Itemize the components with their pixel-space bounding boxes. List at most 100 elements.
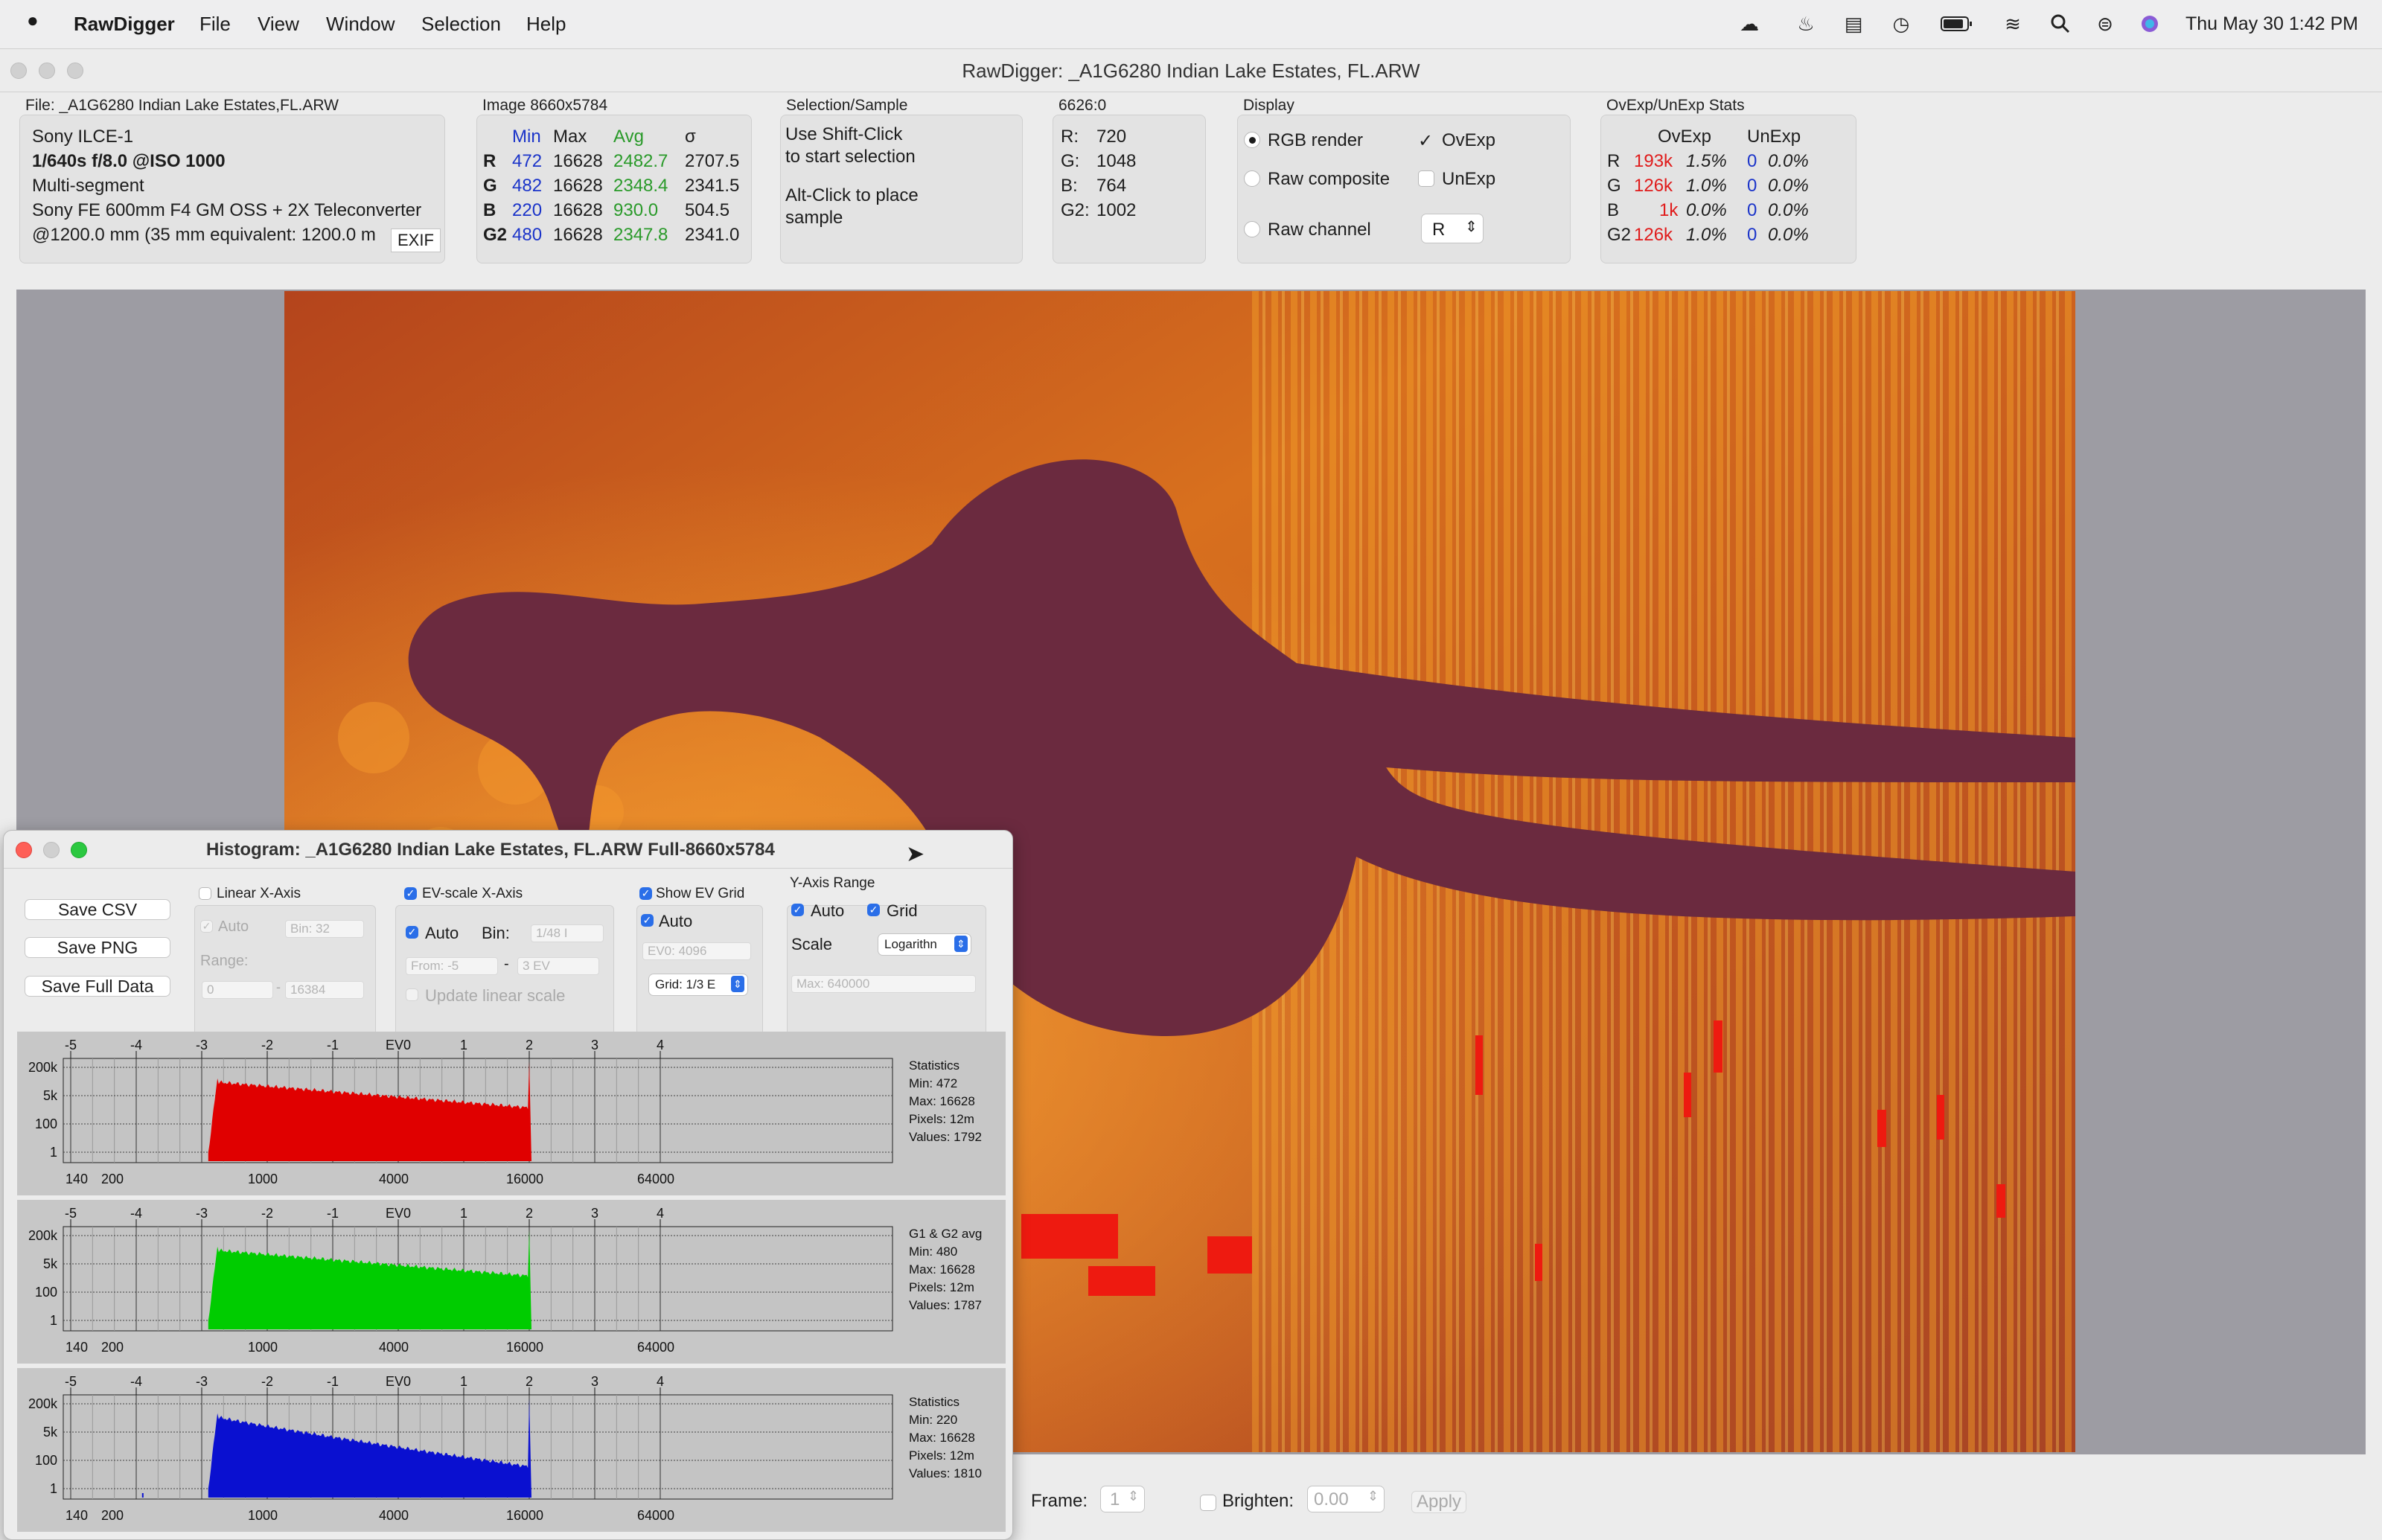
ev-to-field[interactable]: 3 EV [517,957,599,975]
save-png-button[interactable]: Save PNG [25,937,170,958]
raw-channel-label[interactable]: Raw channel [1268,220,1371,240]
search-icon[interactable] [2049,12,2072,36]
y-auto-checkbox[interactable]: ✓ [791,904,804,916]
selection-hint: Use Shift-Click [785,124,903,144]
time-machine-icon[interactable]: ◷ [1889,12,1913,36]
apple-icon[interactable]: ● [27,9,39,32]
row-avg: 930.0 [613,200,659,220]
creative-cloud-icon[interactable]: ☁ [1737,12,1761,36]
ev-tick-label: -2 [261,1206,273,1221]
ev-scale-checkbox[interactable]: ✓ [404,887,417,900]
menu-selection[interactable]: Selection [421,13,501,36]
ev-tick-label: 1 [460,1374,467,1389]
linear-x-label[interactable]: Linear X-Axis [217,886,301,902]
linear-x-checkbox[interactable] [199,887,211,900]
frame-stepper[interactable]: 1 ⇕ [1100,1486,1145,1512]
ev-bin-select[interactable]: 1/48 I [531,924,604,942]
row-channel: G [483,176,497,196]
ovexp-percent: 1.0% [1686,176,1727,196]
apply-button[interactable]: Apply [1411,1491,1467,1513]
menu-file[interactable]: File [199,13,231,36]
ovexp-stats-panel: OvExp UnExp R 193k 1.5% 0 0.0% G 126k 1.… [1600,115,1856,263]
ev-tick-label: -3 [196,1374,208,1389]
ovexp-label[interactable]: OvExp [1442,130,1495,151]
show-ev-grid-label[interactable]: Show EV Grid [656,886,744,902]
x-tick-label: 16000 [506,1508,543,1523]
metering-mode: Multi-segment [32,176,144,196]
rgb-render-label[interactable]: RGB render [1268,130,1363,151]
stat-line: Pixels: 12m [909,1448,974,1463]
ev-scale-label[interactable]: EV-scale X-Axis [422,886,523,902]
unexp-label[interactable]: UnExp [1442,169,1495,190]
ev-from-field[interactable]: From: -5 [406,957,498,975]
y-tick-label: 200k [28,1228,58,1243]
y-tick-label: 5k [43,1088,58,1103]
save-csv-button[interactable]: Save CSV [25,899,170,920]
ev-tick-label: -5 [65,1038,77,1052]
y-tick-label: 100 [35,1285,57,1300]
chevron-updown-icon: ⇕ [1465,219,1478,235]
ev0-field[interactable]: EV0: 4096 [642,942,751,960]
siri-icon[interactable] [2138,12,2162,36]
x-tick-label: 4000 [379,1340,409,1355]
sample-hint: sample [785,208,843,228]
unexp-percent: 0.0% [1768,200,1809,220]
col-avg-header: Avg [613,127,644,147]
control-center-icon[interactable]: ⊜ [2093,12,2117,36]
ovexp-percent: 0.0% [1686,200,1727,220]
battery-icon[interactable] [1940,12,1974,36]
menu-help[interactable]: Help [526,13,566,36]
menu-app-name[interactable]: RawDigger [74,13,175,36]
flame-icon[interactable]: ♨ [1794,12,1818,36]
brighten-checkbox[interactable] [1200,1495,1216,1511]
x-tick-label: 64000 [637,1340,674,1355]
update-linear-checkbox[interactable] [406,988,418,1001]
selection-panel: Use Shift-Click to start selection Alt-C… [780,115,1023,263]
scale-select[interactable]: Logarithn ⇕ [878,933,971,956]
exposure-info: 1/640s f/8.0 @ISO 1000 [32,151,226,171]
ev-tick-label: -3 [196,1206,208,1221]
ev-tick-label: -3 [196,1038,208,1052]
ev-tick-label: 4 [657,1038,664,1052]
raw-composite-radio[interactable] [1244,170,1260,187]
wifi-off-icon[interactable]: ≋ [2001,12,2025,36]
film-icon[interactable]: ▤ [1842,12,1865,36]
main-window-titlebar: RawDigger: _A1G6280 Indian Lake Estates,… [0,49,2382,92]
menu-window[interactable]: Window [326,13,395,36]
stat-line: Max: 16628 [909,1094,975,1108]
ev-tick-label: -2 [261,1038,273,1052]
raw-channel-select[interactable]: R ⇕ [1421,214,1484,243]
ev-grid-auto-checkbox[interactable]: ✓ [641,914,654,927]
rgb-render-radio[interactable] [1244,132,1260,148]
range-dash: - [276,980,281,994]
brighten-field[interactable]: 0.00 ⇕ [1307,1486,1385,1512]
ovexp-check-icon[interactable]: ✓ [1418,130,1433,152]
ev-tick-label: -4 [130,1038,142,1052]
ev-grid-select[interactable]: Grid: 1/3 E ⇕ [648,974,748,996]
ev-auto-checkbox[interactable]: ✓ [406,926,418,939]
frame-label: Frame: [1031,1491,1088,1511]
zoom-histogram-button[interactable] [71,842,87,858]
y-max-field[interactable]: Max: 640000 [791,975,976,993]
range-label: Range: [200,953,249,969]
x-tick-label: 200 [101,1340,124,1355]
ev-grid-auto-label: Auto [659,912,693,930]
range-min-field[interactable]: 0 [202,981,273,999]
menu-view[interactable]: View [258,13,299,36]
histogram-panel-blue: -5 -4 -3 -2 -1 EV0 1 2 3 4 200k 5k 100 1 140 200 1000 400… [17,1368,1006,1532]
close-histogram-button[interactable] [16,842,32,858]
y-grid-checkbox[interactable]: ✓ [867,904,880,916]
range-max-field[interactable]: 16384 [285,981,364,999]
unexp-checkbox[interactable] [1418,170,1434,187]
exif-button[interactable]: EXIF [391,229,441,252]
menubar-clock[interactable]: Thu May 30 1:42 PM [2185,13,2358,35]
linear-auto-checkbox[interactable]: ✓ [200,920,213,933]
stat-line: G1 & G2 avg [909,1227,983,1241]
raw-composite-label[interactable]: Raw composite [1268,169,1390,190]
minimize-histogram-button[interactable] [43,842,60,858]
save-full-data-button[interactable]: Save Full Data [25,976,170,997]
show-ev-grid-checkbox[interactable]: ✓ [639,887,652,900]
linear-bin-field[interactable]: Bin: 32 [285,920,364,938]
raw-channel-radio[interactable] [1244,221,1260,237]
stat-line: Values: 1810 [909,1466,982,1480]
